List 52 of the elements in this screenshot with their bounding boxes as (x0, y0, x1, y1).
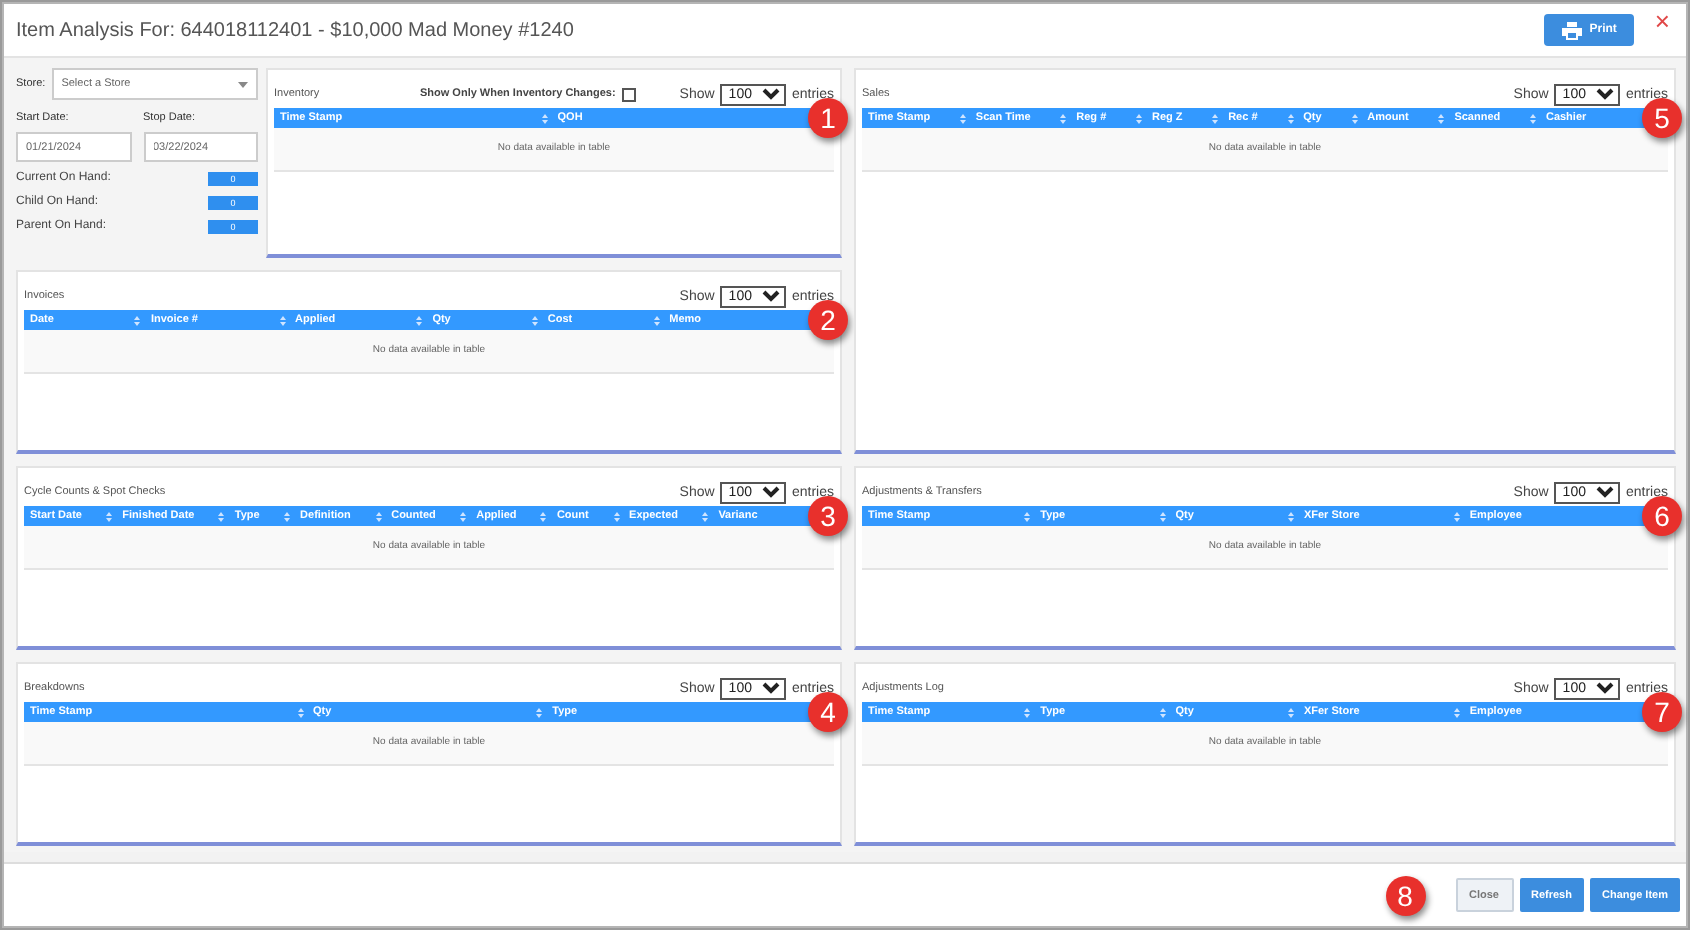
chevron-icon (761, 682, 780, 694)
chevron-icon (1595, 88, 1614, 100)
sort-icon (959, 113, 966, 123)
chevron-icon (761, 290, 780, 302)
sort-icon (375, 511, 382, 521)
checkbox[interactable] (621, 87, 636, 101)
callout-badge: 4 (808, 692, 848, 732)
chevron-icon (1595, 682, 1614, 694)
callout-badge: 3 (808, 496, 848, 536)
sort-icon (1287, 113, 1294, 123)
sort-icon (1453, 707, 1460, 717)
window-title: Item Analysis For: 644018112401 - $10,000 Mad Money #1240 (16, 19, 576, 41)
chevron-icon (761, 88, 780, 100)
callout-badge: 5 (1642, 98, 1682, 138)
chevron-icon (761, 486, 780, 498)
sort-icon (1287, 707, 1294, 717)
sort-icon (284, 511, 291, 521)
sort-icon (702, 511, 709, 521)
sort-icon (1024, 511, 1031, 521)
sort-icon (1351, 113, 1358, 123)
sort-icon (134, 315, 141, 325)
callout-badge: 6 (1642, 496, 1682, 536)
caret-icon (238, 81, 248, 87)
sort-icon (106, 511, 113, 521)
sort-icon (1212, 113, 1219, 123)
close-button[interactable]: × (1650, 7, 1674, 33)
sort-icon (541, 113, 548, 123)
callout-badge: 8 (1385, 875, 1426, 915)
sort-icon (1135, 113, 1142, 123)
sort-icon (1159, 707, 1166, 717)
sort-icon (297, 707, 304, 717)
sort-icon (531, 315, 538, 325)
callout-badge: 1 (808, 98, 848, 138)
sort-icon (1438, 113, 1445, 123)
sort-icon (536, 707, 543, 717)
sort-icon (460, 511, 467, 521)
sort-icon (218, 511, 225, 521)
callout-badge: 7 (1642, 692, 1682, 732)
callout-badge: 2 (808, 300, 848, 340)
chevron-icon (1595, 486, 1614, 498)
sort-icon (613, 511, 620, 521)
sort-icon (279, 315, 285, 325)
printer-icon (1561, 21, 1582, 39)
sort-icon (1287, 511, 1294, 521)
sort-icon (540, 511, 547, 521)
sort-icon (1529, 113, 1536, 123)
sort-icon (1024, 707, 1031, 717)
sort-icon (1060, 113, 1067, 123)
sort-icon (1159, 511, 1166, 521)
sort-icon (416, 315, 423, 325)
sort-icon (653, 315, 660, 325)
sort-icon (1453, 511, 1460, 521)
